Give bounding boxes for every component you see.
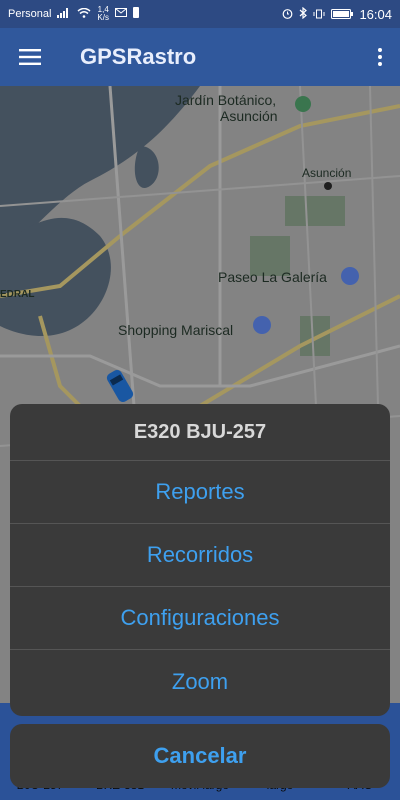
reportes-button[interactable]: Reportes: [10, 461, 390, 524]
action-sheet-title: E320 BJU-257: [10, 404, 390, 461]
recorridos-button[interactable]: Recorridos: [10, 524, 390, 587]
alarm-icon: [282, 7, 293, 22]
wifi-icon: [77, 7, 91, 21]
app-bar: GPSRastro: [0, 28, 400, 86]
clock-time: 16:04: [359, 6, 392, 22]
battery-icon: [331, 7, 354, 22]
zoom-button[interactable]: Zoom: [10, 650, 390, 713]
bluetooth-icon: [299, 6, 308, 22]
speed-unit: K/s: [97, 13, 109, 22]
carrier-name: Personal: [8, 8, 52, 20]
app-title: GPSRastro: [80, 44, 197, 69]
action-sheet: E320 BJU-257 Reportes Recorridos Configu…: [10, 404, 390, 716]
vibrate-icon: [313, 7, 325, 22]
network-speed: 1,4 K/s: [97, 6, 109, 22]
status-bar: Personal 1,4 K/s 16:04: [0, 0, 400, 28]
mail-icon: [114, 8, 127, 20]
hamburger-icon: [19, 49, 41, 65]
notification-icon: [132, 7, 139, 21]
signal-icon: [57, 7, 71, 21]
configuraciones-button[interactable]: Configuraciones: [10, 587, 390, 650]
cancel-button[interactable]: Cancelar: [10, 724, 390, 788]
overflow-menu-button[interactable]: [360, 28, 400, 86]
menu-button[interactable]: [0, 28, 60, 86]
more-vert-icon: [378, 48, 382, 66]
